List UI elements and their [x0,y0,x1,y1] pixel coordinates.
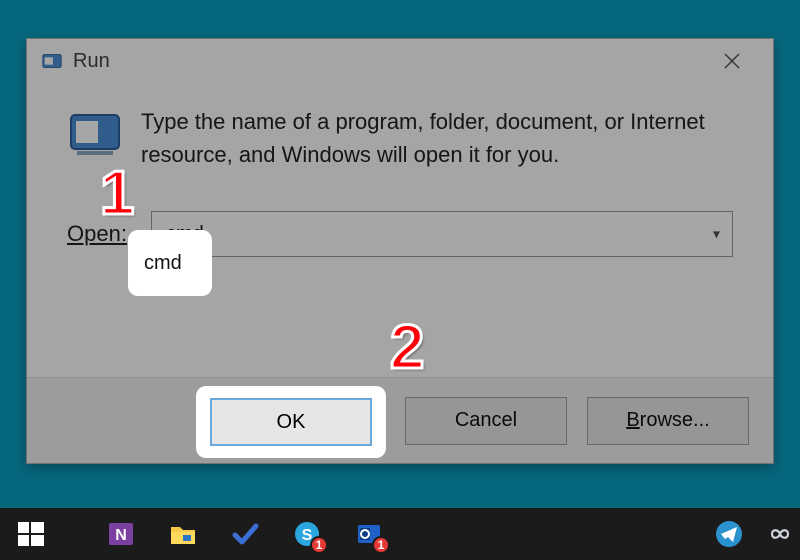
ok-button[interactable]: OK [223,397,385,445]
run-icon [41,50,63,72]
open-label: Open: [67,221,127,247]
telegram-icon [714,519,744,549]
run-body-icon [67,105,123,161]
svg-text:N: N [115,527,127,544]
taskbar-explorer[interactable] [152,508,214,560]
infinity-icon [765,519,795,549]
start-button[interactable] [0,508,62,560]
onenote-icon: N [106,519,136,549]
run-dialog: Run Type the name of a program, folder, … [26,38,774,464]
chevron-down-icon[interactable]: ▾ [713,226,720,243]
skype-badge: 1 [310,536,328,554]
open-input[interactable]: cmd ▾ [151,211,733,257]
outlook-badge: 1 [372,536,390,554]
windows-icon [16,519,46,549]
taskbar-skype[interactable]: S 1 [276,508,338,560]
check-icon [230,519,260,549]
browse-button[interactable]: Browse... [587,397,749,445]
cancel-button[interactable]: Cancel [405,397,567,445]
open-input-value: cmd [166,223,204,246]
dialog-title: Run [73,50,110,73]
taskbar-onenote[interactable]: N [90,508,152,560]
taskbar: N S 1 1 [0,508,800,560]
taskbar-outlook[interactable]: 1 [338,508,400,560]
close-icon [724,53,740,69]
taskbar-telegram[interactable] [698,508,760,560]
folder-icon [168,519,198,549]
dialog-instruction: Type the name of a program, folder, docu… [141,105,733,171]
dialog-button-row: OK Cancel Browse... [27,377,773,463]
taskbar-todo[interactable] [214,508,276,560]
titlebar: Run [27,39,773,83]
taskbar-app[interactable] [760,508,800,560]
close-button[interactable] [697,39,767,83]
